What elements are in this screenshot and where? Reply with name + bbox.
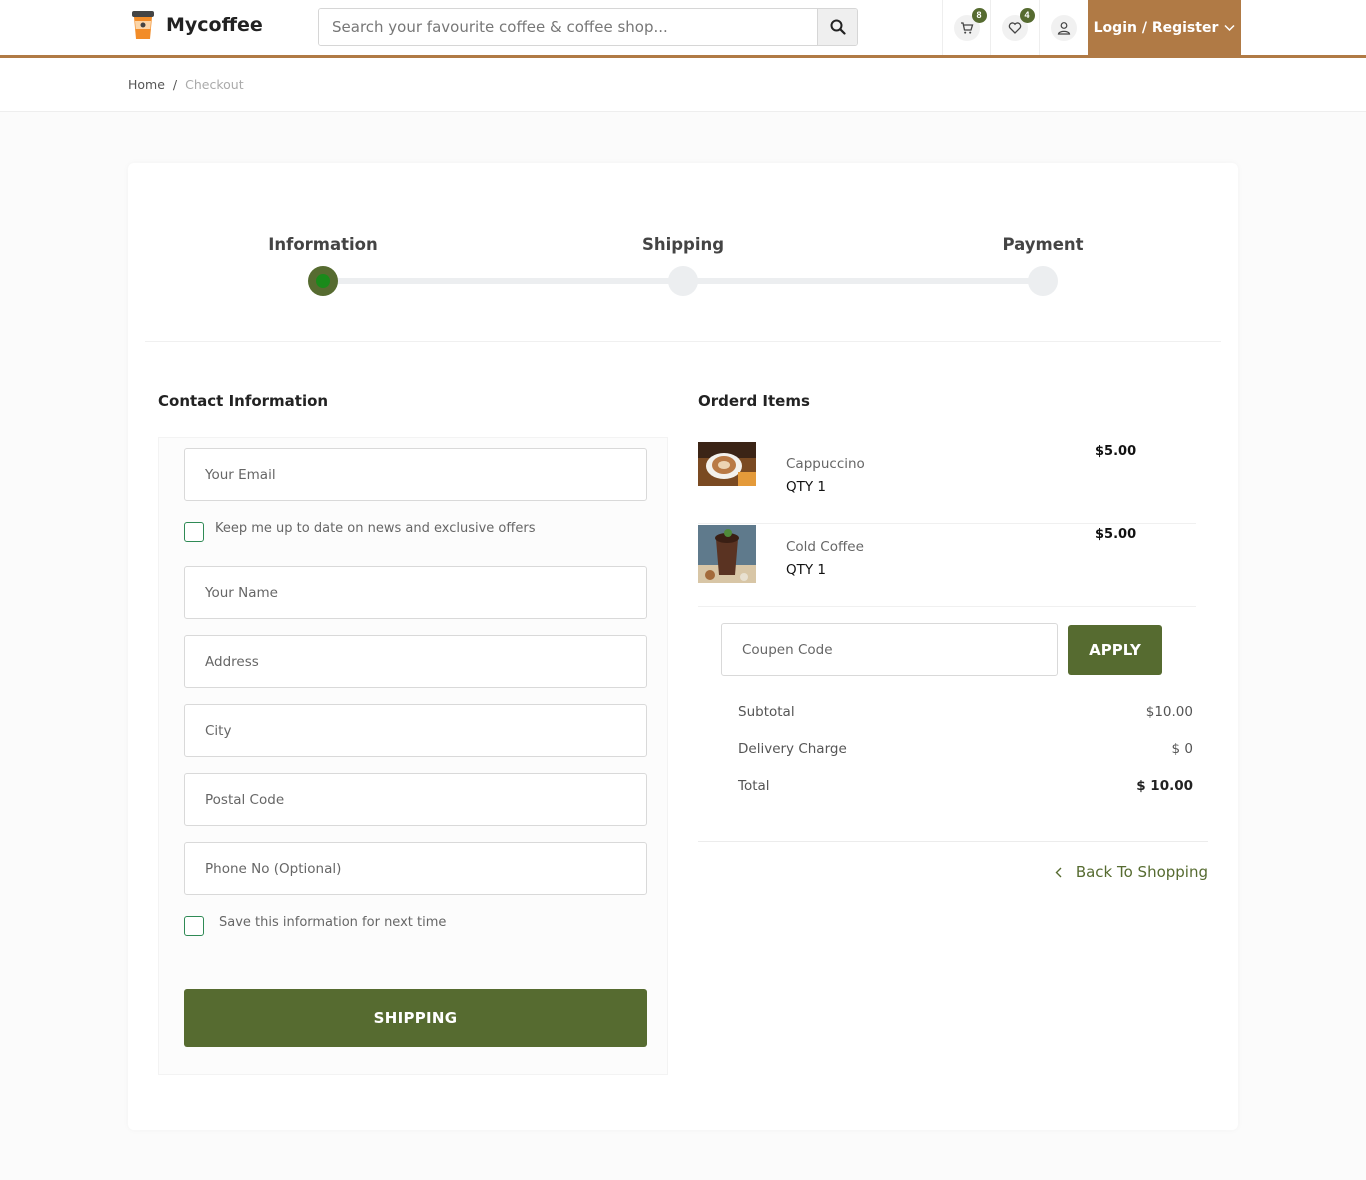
order-item: Cappuccino QTY 1 $5.00 bbox=[698, 442, 1196, 524]
summary-divider bbox=[698, 841, 1208, 842]
order-item-price: $5.00 bbox=[1095, 527, 1137, 542]
breadcrumb-current: Checkout bbox=[185, 77, 244, 92]
address-field bbox=[184, 635, 647, 688]
search-bar bbox=[318, 8, 858, 46]
cappuccino-image bbox=[698, 442, 756, 500]
brand-logo[interactable]: Mycoffee bbox=[130, 9, 263, 41]
step-shipping-label: Shipping bbox=[641, 235, 725, 254]
search-button[interactable] bbox=[817, 9, 857, 45]
step-payment-dot bbox=[1028, 266, 1058, 296]
order-item-qty: QTY 1 bbox=[786, 562, 826, 578]
top-header: Mycoffee 8 4 Login / Register bbox=[0, 0, 1366, 58]
newsletter-label: Keep me up to date on news and exclusive… bbox=[215, 521, 536, 536]
postal-code-input[interactable] bbox=[185, 774, 646, 825]
phone-field bbox=[184, 842, 647, 895]
order-item: Cold Coffee QTY 1 $5.00 bbox=[698, 525, 1196, 607]
cart-icon bbox=[960, 21, 973, 34]
city-input[interactable] bbox=[185, 705, 646, 756]
cart-button[interactable]: 8 bbox=[942, 0, 990, 55]
cold-coffee-image bbox=[698, 525, 756, 583]
city-field bbox=[184, 704, 647, 757]
checkout-card: Information Shipping Payment Contact Inf… bbox=[128, 163, 1238, 1130]
order-item-price: $5.00 bbox=[1095, 444, 1137, 459]
save-info-label: Save this information for next time bbox=[219, 915, 447, 930]
coupon-field bbox=[721, 623, 1058, 676]
phone-input[interactable] bbox=[185, 843, 646, 894]
account-button[interactable] bbox=[1039, 0, 1087, 55]
newsletter-checkbox[interactable] bbox=[184, 522, 204, 542]
search-input[interactable] bbox=[319, 9, 817, 45]
wishlist-count-badge: 4 bbox=[1019, 7, 1035, 23]
back-to-shopping-link[interactable]: Back To Shopping bbox=[1055, 863, 1208, 881]
breadcrumb-separator: / bbox=[172, 77, 178, 92]
user-icon bbox=[1057, 21, 1070, 35]
login-register-label: Login / Register bbox=[1093, 19, 1219, 36]
name-input[interactable] bbox=[185, 567, 646, 618]
back-to-shopping-label: Back To Shopping bbox=[1075, 863, 1208, 881]
search-icon bbox=[830, 19, 846, 35]
email-field bbox=[184, 448, 647, 501]
order-item-name: Cappuccino bbox=[786, 456, 865, 472]
step-information-dot bbox=[308, 266, 338, 296]
steps-divider bbox=[145, 341, 1221, 342]
subtotal-label: Subtotal bbox=[738, 704, 795, 720]
breadcrumb-bar: Home / Checkout bbox=[0, 58, 1366, 112]
total-value: $ 10.00 bbox=[1136, 778, 1193, 794]
apply-coupon-button[interactable]: APPLY bbox=[1068, 625, 1162, 675]
shipping-button[interactable]: SHIPPING bbox=[184, 989, 647, 1047]
contact-info-title: Contact Information bbox=[158, 392, 329, 410]
order-item-name: Cold Coffee bbox=[786, 539, 864, 555]
order-item-qty: QTY 1 bbox=[786, 479, 826, 495]
save-info-checkbox[interactable] bbox=[184, 916, 204, 936]
coupon-input[interactable] bbox=[722, 624, 1057, 675]
email-input[interactable] bbox=[185, 449, 646, 500]
step-shipping-dot bbox=[668, 266, 698, 296]
brand-name: Mycoffee bbox=[166, 14, 263, 36]
login-register-button[interactable]: Login / Register bbox=[1088, 0, 1241, 55]
cart-count-badge: 8 bbox=[971, 7, 987, 23]
total-label: Total bbox=[738, 778, 770, 794]
wishlist-button[interactable]: 4 bbox=[990, 0, 1038, 55]
ordered-items-title: Orderd Items bbox=[698, 392, 810, 410]
breadcrumb: Home / Checkout bbox=[128, 77, 244, 92]
chevron-left-icon bbox=[1055, 867, 1062, 877]
coffee-cup-icon bbox=[130, 9, 156, 41]
delivery-charge-value: $ 0 bbox=[1171, 741, 1193, 757]
chevron-down-icon bbox=[1224, 24, 1235, 31]
name-field bbox=[184, 566, 647, 619]
step-information-label: Information bbox=[268, 235, 378, 254]
contact-form: Keep me up to date on news and exclusive… bbox=[158, 437, 668, 1075]
heart-icon bbox=[1008, 21, 1021, 34]
subtotal-value: $10.00 bbox=[1145, 704, 1193, 720]
breadcrumb-home[interactable]: Home bbox=[128, 77, 165, 92]
step-payment-label: Payment bbox=[1002, 235, 1084, 254]
address-input[interactable] bbox=[185, 636, 646, 687]
delivery-charge-label: Delivery Charge bbox=[738, 741, 847, 757]
postal-code-field bbox=[184, 773, 647, 826]
